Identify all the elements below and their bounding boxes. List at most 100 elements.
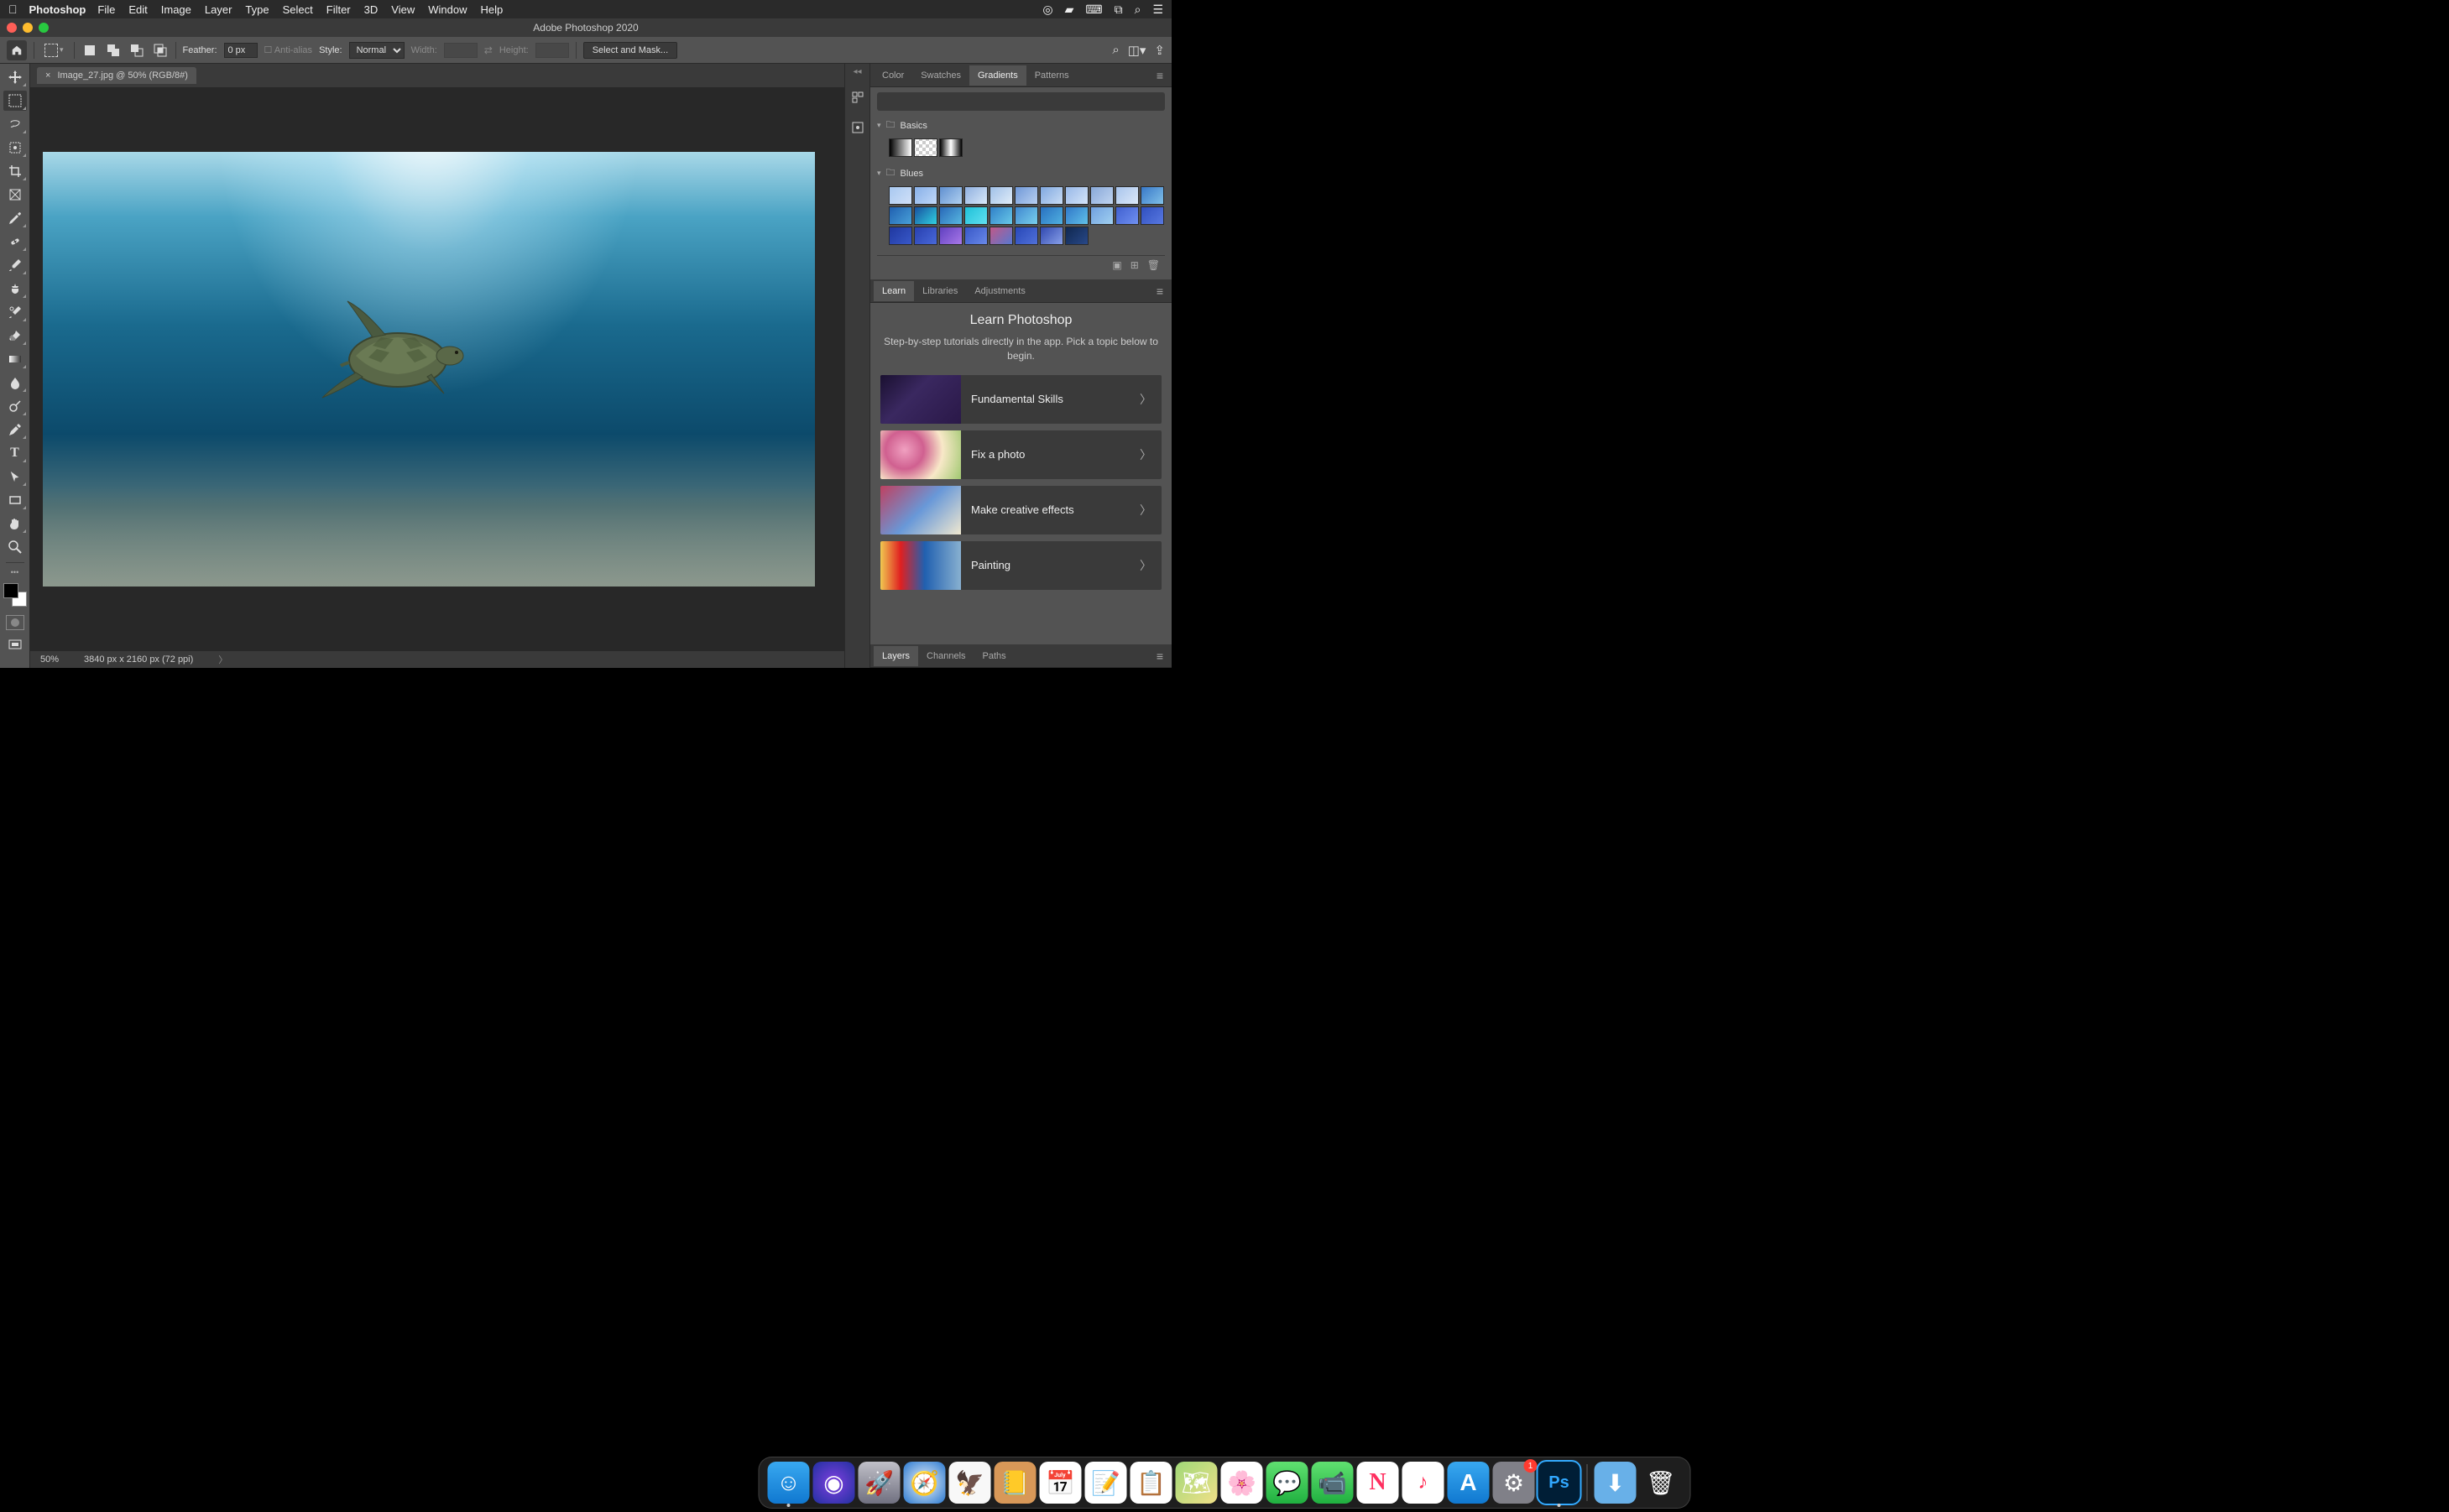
selection-add-icon[interactable] [105,42,122,59]
type-tool[interactable]: T [3,443,27,463]
foreground-background-colors[interactable] [3,583,27,607]
gradient-swatch[interactable] [964,186,988,205]
history-brush-tool[interactable] [3,302,27,322]
menu-select[interactable]: Select [283,3,313,16]
tab-layers[interactable]: Layers [874,646,918,666]
gradient-swatch[interactable] [1015,186,1038,205]
status-menu-icon[interactable]: 〉 [218,653,227,666]
gradient-swatch[interactable] [1065,227,1089,245]
dock-app-music[interactable]: ♪ [1402,1462,1444,1504]
dock-app-calendar[interactable]: 📅 [1040,1462,1082,1504]
selection-new-icon[interactable] [81,42,98,59]
home-button[interactable] [7,40,27,60]
dock-app-photoshop[interactable]: Ps [1538,1462,1580,1504]
gradient-swatch[interactable] [1090,206,1114,225]
apple-menu-icon[interactable]:  [8,3,18,16]
gradient-swatch[interactable] [1065,186,1089,205]
gradient-folder[interactable]: ▾ 🗀 Blues [877,164,1165,183]
select-and-mask-button[interactable]: Select and Mask... [583,42,678,59]
tab-gradients[interactable]: Gradients [969,65,1026,86]
menu-image[interactable]: Image [161,3,191,16]
gradient-swatch[interactable] [939,138,963,157]
gradient-swatch[interactable] [889,227,912,245]
gradient-delete-icon[interactable]: 🗑 [1147,259,1160,271]
menu-layer[interactable]: Layer [205,3,232,16]
menu-window[interactable]: Window [428,3,467,16]
learn-item[interactable]: Painting〉 [880,541,1162,590]
gradient-tool[interactable] [3,349,27,369]
screen-mode-toggle[interactable] [3,637,27,654]
gradient-swatch[interactable] [939,227,963,245]
expand-panels-icon[interactable]: ◂◂ [853,67,861,76]
gradient-swatch[interactable] [1015,206,1038,225]
gradient-folder[interactable]: ▾ 🗀 Basics [877,116,1165,135]
tab-adjustments[interactable]: Adjustments [966,281,1034,301]
dock-app-maps[interactable]: 🗺 [1176,1462,1218,1504]
gradient-swatch[interactable] [964,206,988,225]
gradient-swatch[interactable] [1115,186,1139,205]
dock-app-notes[interactable]: 📝 [1085,1462,1127,1504]
brush-tool[interactable] [3,255,27,275]
history-panel-icon[interactable] [849,88,867,107]
foreground-color-swatch[interactable] [3,583,18,598]
learn-item[interactable]: Fundamental Skills〉 [880,375,1162,424]
crop-tool[interactable] [3,161,27,181]
share-icon[interactable]: ⇪ [1154,43,1165,58]
dock-app-downloads[interactable]: ⬇ [1595,1462,1637,1504]
dock-app-finder[interactable]: ☺ [768,1462,810,1504]
properties-panel-icon[interactable] [849,118,867,137]
canvas[interactable] [43,152,815,587]
dock-app-contacts[interactable]: 📒 [995,1462,1037,1504]
gradient-save-folder-icon[interactable]: ▣ [1112,259,1121,271]
dock-app-siri[interactable]: ◉ [813,1462,855,1504]
menu-file[interactable]: File [97,3,115,16]
gradient-swatch[interactable] [1040,186,1063,205]
gradient-swatch[interactable] [990,206,1013,225]
dock-app-safari[interactable]: 🧭 [904,1462,946,1504]
gradient-swatch[interactable] [914,227,937,245]
zoom-tool[interactable] [3,537,27,557]
gradient-swatch[interactable] [889,206,912,225]
menu-type[interactable]: Type [245,3,269,16]
edit-toolbar-icon[interactable]: ••• [11,568,18,576]
dock-app-trash[interactable]: 🗑 [1640,1462,1682,1504]
panel-menu-icon[interactable]: ≡ [1151,284,1168,298]
lasso-tool[interactable] [3,114,27,134]
gradient-swatch[interactable] [964,227,988,245]
panel-menu-icon[interactable]: ≡ [1151,649,1168,663]
feather-input[interactable] [224,43,258,58]
gradient-swatch[interactable] [889,186,912,205]
creative-cloud-icon[interactable]: ◎ [1042,3,1052,17]
hand-tool[interactable] [3,514,27,534]
clone-stamp-tool[interactable] [3,279,27,299]
eraser-tool[interactable] [3,326,27,346]
move-tool[interactable] [3,67,27,87]
tab-swatches[interactable]: Swatches [912,65,969,86]
eyedropper-tool[interactable] [3,208,27,228]
gradient-swatch[interactable] [939,186,963,205]
gradient-swatch[interactable] [939,206,963,225]
workspace-switcher-icon[interactable]: ◫▾ [1128,43,1146,58]
dock-app-launchpad[interactable]: 🚀 [859,1462,901,1504]
gradient-swatch[interactable] [1115,206,1139,225]
frame-tool[interactable] [3,185,27,205]
close-tab-icon[interactable]: × [45,70,50,81]
path-selection-tool[interactable] [3,467,27,487]
dodge-tool[interactable] [3,396,27,416]
gradient-swatch[interactable] [1141,206,1164,225]
tab-channels[interactable]: Channels [918,646,974,666]
gradient-swatch[interactable] [914,206,937,225]
quick-mask-toggle[interactable] [6,615,24,630]
gradient-new-icon[interactable]: ⊞ [1131,259,1139,271]
keyboard-icon[interactable]: ⌨ [1085,3,1102,17]
gradient-swatch[interactable] [1065,206,1089,225]
canvas-viewport[interactable] [30,87,844,651]
spotlight-icon[interactable]: ⌕ [1135,3,1141,17]
gradient-swatch[interactable] [1040,206,1063,225]
gradient-swatch[interactable] [1040,227,1063,245]
dock-app-news[interactable]: N [1357,1462,1399,1504]
close-window-button[interactable] [7,23,17,33]
panel-menu-icon[interactable]: ≡ [1151,69,1168,82]
tab-paths[interactable]: Paths [974,646,1015,666]
dock-app-preferences[interactable]: ⚙1 [1493,1462,1535,1504]
